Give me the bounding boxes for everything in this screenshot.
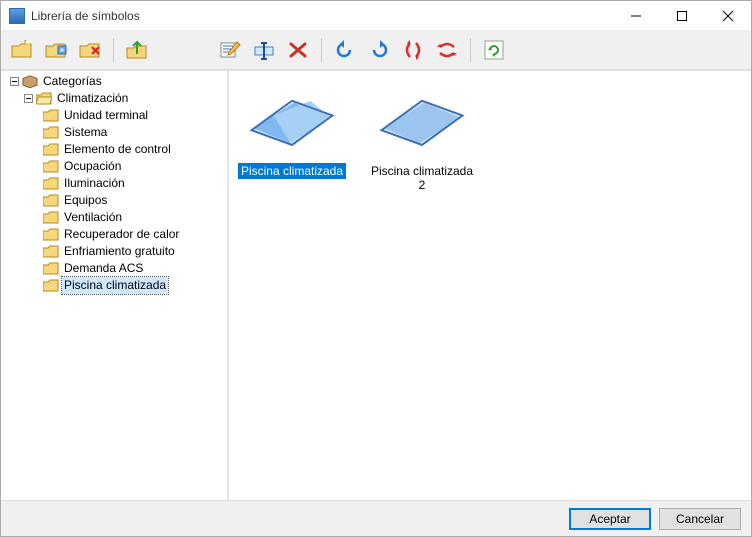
tree-item[interactable]: Ocupación	[5, 158, 223, 175]
tree-item[interactable]: Sistema	[5, 124, 223, 141]
expander-icon[interactable]	[23, 93, 34, 104]
tree-root-node[interactable]: Categorías	[5, 73, 223, 90]
dialog-footer: Aceptar Cancelar	[1, 500, 751, 536]
window-title: Librería de símbolos	[31, 9, 613, 23]
tree-item[interactable]: Ventilación	[5, 209, 223, 226]
rename-button[interactable]	[249, 35, 279, 65]
tree-item[interactable]: Equipos	[5, 192, 223, 209]
rotate-right-button[interactable]	[364, 35, 394, 65]
tree-item[interactable]: Unidad terminal	[5, 107, 223, 124]
symbol-item[interactable]: Piscina climatizada	[237, 85, 347, 179]
folder-icon	[43, 279, 59, 293]
folder-icon	[43, 245, 59, 259]
tree-item[interactable]: Recuperador de calor	[5, 226, 223, 243]
folder-open-icon	[36, 92, 52, 106]
tree-item[interactable]: Piscina climatizada	[5, 277, 223, 294]
tree-label: Climatización	[55, 90, 130, 107]
accept-button[interactable]: Aceptar	[569, 508, 651, 530]
titlebar: Librería de símbolos	[1, 1, 751, 31]
symbol-thumbnail	[374, 85, 470, 157]
tree-item[interactable]: Elemento de control	[5, 141, 223, 158]
expander-icon[interactable]	[9, 76, 20, 87]
folder-icon	[43, 262, 59, 276]
symbol-thumbnail	[244, 85, 340, 157]
folder-icon	[43, 177, 59, 191]
rotate-left-button[interactable]	[330, 35, 360, 65]
flip-horizontal-button[interactable]	[398, 35, 428, 65]
tree-item-label: Sistema	[62, 124, 109, 141]
tree-item-label: Enfriamiento gratuito	[62, 243, 177, 260]
content-area: Categorías Climatización Unidad terminal…	[1, 70, 751, 500]
folder-icon	[43, 194, 59, 208]
minimize-button[interactable]	[613, 1, 659, 31]
close-button[interactable]	[705, 1, 751, 31]
cancel-label: Cancelar	[676, 512, 724, 526]
cancel-button[interactable]: Cancelar	[659, 508, 741, 530]
delete-folder-button[interactable]	[75, 35, 105, 65]
toolbar-separator	[321, 38, 322, 62]
folder-icon	[43, 160, 59, 174]
edit-button[interactable]	[215, 35, 245, 65]
tree-item-label: Ventilación	[62, 209, 124, 226]
tree-item-label: Demanda ACS	[62, 260, 145, 277]
tree-item-label: Ocupación	[62, 158, 123, 175]
folder-icon	[43, 143, 59, 157]
folder-icon	[43, 211, 59, 225]
box-icon	[22, 75, 38, 89]
tree-item-label: Piscina climatizada	[62, 277, 168, 294]
symbol-label: Piscina climatizada	[238, 163, 346, 179]
toolbar-separator	[113, 38, 114, 62]
tree-item[interactable]: Enfriamiento gratuito	[5, 243, 223, 260]
symbol-panel[interactable]: Piscina climatizada Piscina climatizada 2	[229, 71, 751, 500]
refresh-button[interactable]	[479, 35, 509, 65]
tree-item[interactable]: Demanda ACS	[5, 260, 223, 277]
symbol-item[interactable]: Piscina climatizada 2	[367, 85, 477, 193]
tree-item-label: Equipos	[62, 192, 109, 209]
toolbar	[1, 31, 751, 70]
toolbar-separator	[470, 38, 471, 62]
tree-item-label: Elemento de control	[62, 141, 173, 158]
delete-button[interactable]	[283, 35, 313, 65]
folder-icon	[43, 109, 59, 123]
app-icon	[9, 8, 25, 24]
open-folder-button[interactable]	[41, 35, 71, 65]
export-folder-button[interactable]	[122, 35, 152, 65]
folder-icon	[43, 126, 59, 140]
tree-item[interactable]: Iluminación	[5, 175, 223, 192]
tree-label: Categorías	[41, 73, 104, 90]
maximize-button[interactable]	[659, 1, 705, 31]
category-tree[interactable]: Categorías Climatización Unidad terminal…	[1, 71, 229, 500]
tree-item-label: Iluminación	[62, 175, 127, 192]
flip-vertical-button[interactable]	[432, 35, 462, 65]
tree-group-node[interactable]: Climatización	[5, 90, 223, 107]
new-folder-button[interactable]	[7, 35, 37, 65]
accept-label: Aceptar	[589, 512, 630, 526]
folder-icon	[43, 228, 59, 242]
symbol-label: Piscina climatizada 2	[367, 163, 477, 193]
tree-item-label: Unidad terminal	[62, 107, 150, 124]
tree-item-label: Recuperador de calor	[62, 226, 181, 243]
